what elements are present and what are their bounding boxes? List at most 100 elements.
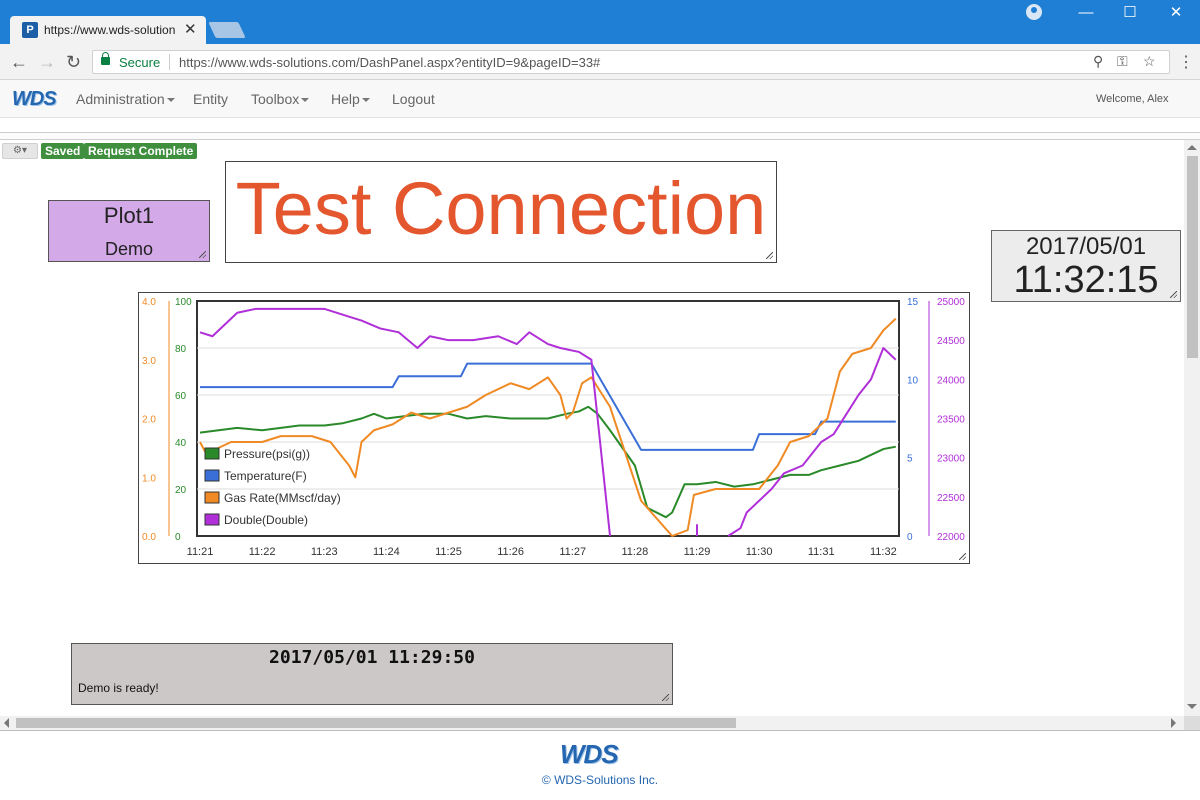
status-timestamp: 2017/05/01 11:29:50 xyxy=(269,647,475,668)
plot1-widget[interactable]: Plot1 Demo xyxy=(48,200,210,262)
double-tick-label: 23000 xyxy=(937,454,965,465)
favicon-icon: P xyxy=(22,22,38,38)
nav-help-label: Help xyxy=(331,91,360,107)
lock-icon xyxy=(101,52,110,65)
pressure-tick-label: 40 xyxy=(175,438,187,449)
chevron-down-icon xyxy=(361,98,370,102)
clock-date: 2017/05/01 xyxy=(1025,233,1147,260)
gas-tick-label: 1.0 xyxy=(142,473,156,484)
pressure-tick-label: 80 xyxy=(175,344,187,355)
legend-swatch xyxy=(204,469,220,482)
x-tick-label: 11:23 xyxy=(311,546,338,558)
vertical-scroll-thumb[interactable] xyxy=(1187,156,1198,358)
horizontal-scrollbar[interactable] xyxy=(0,716,1184,730)
tab-close-icon[interactable]: ✕ xyxy=(184,20,197,38)
resize-handle-icon[interactable] xyxy=(1170,291,1177,298)
trend-chart: 0.0 1.0 2.0 3.0 4.0 0 20 40 60 80 100 0 5 10 15 22000 22… xyxy=(142,297,965,558)
legend-swatch xyxy=(204,447,220,460)
scroll-left-icon[interactable] xyxy=(4,718,9,728)
legend-label: Gas Rate(MMscf/day) xyxy=(224,491,341,505)
star-icon[interactable]: ☆ xyxy=(1143,53,1156,70)
temp-tick-label: 10 xyxy=(907,375,919,386)
pressure-tick-label: 100 xyxy=(175,297,192,308)
key-icon[interactable]: ⚿ xyxy=(1117,53,1128,70)
x-tick-label: 11:28 xyxy=(622,546,649,558)
browser-toolbar: ← → ↻ Secure https://www.wds-solutions.c… xyxy=(0,44,1200,80)
zoom-icon[interactable]: ⚲ xyxy=(1093,53,1103,70)
browser-titlebar: P https://www.wds-solution ✕ — ☐ ✕ xyxy=(0,0,1200,44)
app-navbar: WDS Administration Entity Toolbox Help L… xyxy=(0,80,1200,118)
scroll-down-icon[interactable] xyxy=(1187,704,1197,709)
brand-logo[interactable]: WDS xyxy=(12,88,57,111)
test-connection-text: Test Connection xyxy=(235,167,767,250)
legend-swatch xyxy=(204,491,220,504)
status-widget[interactable]: 2017/05/01 11:29:50 Demo is ready! xyxy=(71,643,673,705)
nav-toolbox[interactable]: Toolbox xyxy=(251,91,310,107)
double-tick-label: 22500 xyxy=(937,493,965,504)
forward-icon[interactable]: → xyxy=(38,52,56,73)
new-tab-button[interactable] xyxy=(208,22,246,38)
double-tick-label: 24000 xyxy=(937,375,965,386)
pressure-tick-label: 60 xyxy=(175,391,187,402)
nav-toolbox-label: Toolbox xyxy=(251,91,300,107)
close-window-icon[interactable]: ✕ xyxy=(1156,3,1196,23)
maximize-icon[interactable]: ☐ xyxy=(1110,3,1150,23)
temp-tick-label: 5 xyxy=(907,454,913,465)
omnibox-divider xyxy=(169,54,170,70)
double-tick-label: 23500 xyxy=(937,415,965,426)
resize-handle-icon[interactable] xyxy=(959,553,966,560)
gas-tick-label: 3.0 xyxy=(142,356,156,367)
nav-entity-label: Entity xyxy=(193,91,229,107)
resize-handle-icon[interactable] xyxy=(662,694,669,701)
browser-tab[interactable]: P https://www.wds-solution ✕ xyxy=(10,16,206,44)
nav-administration-label: Administration xyxy=(76,91,165,107)
x-tick-label: 11:27 xyxy=(559,546,586,558)
double-tick-label: 22000 xyxy=(937,532,965,543)
back-icon[interactable]: ← xyxy=(10,52,28,73)
x-tick-label: 11:21 xyxy=(187,546,214,558)
nav-logout[interactable]: Logout xyxy=(392,91,435,107)
vertical-scrollbar[interactable] xyxy=(1184,140,1200,716)
double-tick-label: 24500 xyxy=(937,336,965,347)
trend-chart-widget[interactable]: 0.0 1.0 2.0 3.0 4.0 0 20 40 60 80 100 0 5 10 15 22000 22… xyxy=(138,292,970,564)
scrollbar-corner xyxy=(1184,716,1200,730)
gas-tick-label: 2.0 xyxy=(142,415,156,426)
gas-tick-label: 4.0 xyxy=(142,297,156,308)
pressure-tick-label: 20 xyxy=(175,485,187,496)
url-text[interactable]: https://www.wds-solutions.com/DashPanel.… xyxy=(179,55,600,70)
temp-tick-label: 0 xyxy=(907,532,913,543)
x-tick-label: 11:26 xyxy=(497,546,524,558)
x-tick-label: 11:25 xyxy=(435,546,462,558)
x-tick-label: 11:30 xyxy=(746,546,773,558)
resize-handle-icon[interactable] xyxy=(766,252,773,259)
settings-button[interactable]: ⚙▾ xyxy=(2,143,38,159)
gas-tick-label: 0.0 xyxy=(142,532,156,543)
account-icon[interactable] xyxy=(1026,4,1042,20)
nav-logout-label: Logout xyxy=(392,91,435,107)
horizontal-scroll-thumb[interactable] xyxy=(16,718,736,728)
x-tick-label: 11:31 xyxy=(808,546,835,558)
footer-logo: WDS xyxy=(560,739,619,769)
test-connection-widget[interactable]: Test Connection xyxy=(225,161,777,263)
header-divider xyxy=(0,132,1200,140)
legend-label: Double(Double) xyxy=(224,513,308,527)
temp-tick-label: 15 xyxy=(907,297,919,308)
scroll-right-icon[interactable] xyxy=(1171,718,1176,728)
scroll-up-icon[interactable] xyxy=(1187,145,1197,150)
gear-icon: ⚙▾ xyxy=(13,145,27,156)
legend-label: Pressure(psi(g)) xyxy=(224,447,310,461)
address-bar[interactable]: Secure https://www.wds-solutions.com/Das… xyxy=(92,50,1170,74)
nav-help[interactable]: Help xyxy=(331,91,370,107)
minimize-icon[interactable]: — xyxy=(1066,3,1106,23)
resize-handle-icon[interactable] xyxy=(199,251,206,258)
clock-widget[interactable]: 2017/05/01 11:32:15 xyxy=(991,230,1181,302)
menu-icon[interactable]: ⋮ xyxy=(1178,52,1194,72)
reload-icon[interactable]: ↻ xyxy=(66,52,81,73)
nav-entity[interactable]: Entity xyxy=(193,91,228,107)
tab-title: https://www.wds-solution xyxy=(44,23,176,37)
nav-administration[interactable]: Administration xyxy=(76,91,175,107)
welcome-text: Welcome, Alex xyxy=(1096,93,1169,105)
status-message: Demo is ready! xyxy=(78,681,159,695)
plot1-subtitle: Demo xyxy=(104,239,153,259)
x-tick-label: 11:32 xyxy=(870,546,897,558)
